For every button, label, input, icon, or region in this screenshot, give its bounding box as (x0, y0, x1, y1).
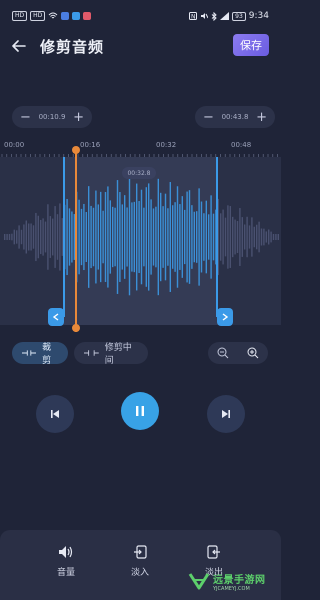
wifi-icon (48, 12, 58, 19)
bluetooth-icon (211, 11, 217, 21)
fade-in-label: 淡入 (130, 568, 149, 578)
playhead[interactable] (75, 148, 77, 332)
right-trim-line (216, 157, 218, 317)
nfc-icon: N (189, 12, 198, 21)
hd-badge: HD (12, 11, 28, 21)
clock: 9:34 (248, 11, 269, 21)
ruler-label: 00:32 (156, 141, 177, 149)
fade-in-icon (134, 545, 147, 559)
pause-button[interactable] (121, 392, 159, 430)
app-notification-icon (61, 12, 70, 20)
status-right: N 93 9:34 (189, 11, 269, 21)
watermark-text: 远景手游网 YJCAMEYJ.COM (213, 571, 266, 592)
chevron-left-icon (53, 313, 59, 321)
decrease-start-button[interactable]: − (20, 111, 31, 124)
start-time-value: 00:10.9 (38, 113, 66, 121)
chevron-right-icon (222, 313, 228, 321)
zoom-in-icon[interactable] (247, 347, 259, 359)
decrease-end-button[interactable]: − (203, 111, 214, 124)
page-title: 修剪音频 (40, 37, 105, 56)
hd-badge: HD (30, 11, 46, 21)
signal-icon (220, 12, 230, 20)
ruler-label: 00:16 (80, 141, 101, 149)
save-button[interactable]: 保存 (233, 34, 269, 56)
increase-end-button[interactable]: + (256, 111, 267, 124)
back-arrow-icon[interactable] (10, 37, 28, 55)
right-trim-handle[interactable] (217, 308, 233, 326)
skip-to-start-button[interactable] (36, 395, 74, 433)
zoom-out-icon[interactable] (217, 347, 229, 359)
trim-middle-label: 修剪中间 (104, 343, 132, 366)
skip-to-end-button[interactable] (207, 395, 245, 433)
start-time-stepper: − 00:10.9 + (12, 106, 92, 128)
zoom-controls (208, 342, 268, 364)
skip-previous-icon (51, 410, 59, 418)
trim-middle-button[interactable]: 修剪中间 (74, 342, 148, 366)
pause-icon (136, 406, 144, 416)
audio-waveform (4, 178, 279, 296)
end-time-value: 00:43.8 (221, 113, 249, 121)
app-notification-icon (72, 12, 81, 20)
status-bar: HD HD N 93 9:34 (0, 0, 281, 32)
volume-tool[interactable]: 音量 (46, 545, 86, 578)
watermark-logo (188, 573, 210, 590)
status-left: HD HD (12, 11, 92, 21)
watermark: 远景手游网 YJCAMEYJ.COM (188, 566, 278, 596)
playhead-top-knob[interactable] (72, 146, 80, 154)
volume-label: 音量 (56, 568, 75, 578)
increase-start-button[interactable]: + (73, 111, 84, 124)
playhead-bottom-knob[interactable] (72, 324, 80, 332)
volume-icon (59, 546, 73, 558)
battery-indicator: 93 (232, 11, 246, 21)
mute-icon (201, 13, 209, 19)
app-notification-icon (83, 12, 92, 20)
current-time-bubble: 00:32.8 (122, 167, 156, 179)
cut-mode-button[interactable]: 裁剪 (12, 342, 68, 366)
watermark-brand: 远景手游网 (213, 574, 266, 586)
left-trim-handle[interactable] (48, 308, 64, 326)
trim-middle-icon (84, 350, 99, 356)
left-trim-line (63, 157, 65, 317)
cut-mode-label: 裁剪 (42, 343, 52, 366)
end-time-stepper: − 00:43.8 + (195, 106, 275, 128)
ruler-label: 00:00 (4, 141, 25, 149)
svg-text:N: N (191, 14, 196, 21)
skip-next-icon (222, 410, 230, 418)
fade-in-tool[interactable]: 淡入 (120, 545, 160, 578)
app-header: 修剪音频 保存 (0, 32, 281, 60)
ruler-label: 00:48 (231, 141, 252, 149)
cut-icon (22, 350, 37, 356)
fade-out-icon (207, 545, 220, 559)
watermark-url: YJCAMEYJ.COM (213, 585, 250, 592)
